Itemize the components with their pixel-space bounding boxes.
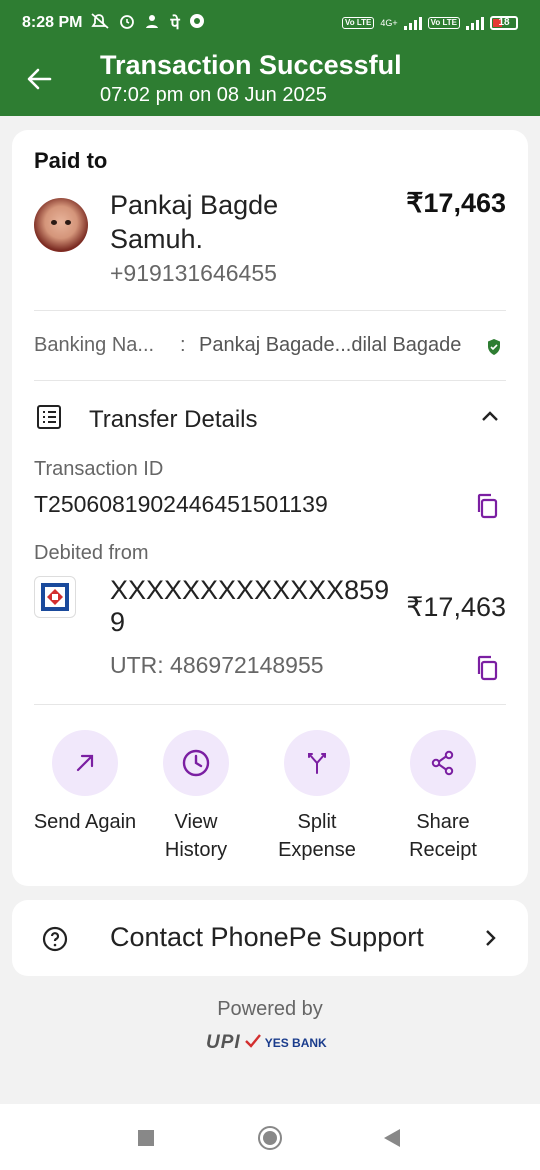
upi-logo: UPI <box>206 1032 241 1053</box>
share-icon <box>410 730 476 796</box>
share-receipt-button[interactable]: Share Receipt <box>388 730 498 864</box>
whatsapp-icon <box>188 12 206 35</box>
transaction-card: Paid to Pankaj Bagde Samuh. +91913164645… <box>12 130 528 886</box>
contact-support-button[interactable]: Contact PhonePe Support <box>12 900 528 976</box>
net-type: 4G+ <box>380 18 398 28</box>
copy-utr-icon[interactable] <box>474 654 500 682</box>
divider <box>34 310 506 311</box>
checkmark-icon <box>244 1033 261 1053</box>
divider <box>34 380 506 381</box>
home-icon[interactable] <box>258 1126 282 1150</box>
payee-phone: +919131646455 <box>110 260 277 286</box>
banking-name-value: Pankaj Bagade...dilal Bagade <box>199 334 462 356</box>
signal-icon-1 <box>403 16 422 30</box>
chevron-right-icon <box>484 928 498 948</box>
banking-name-separator: : <box>180 334 186 356</box>
receipt-list-icon <box>36 404 62 430</box>
avatar <box>34 198 88 252</box>
bank-logo <box>34 576 76 618</box>
page-title: Transaction Successful <box>100 50 402 80</box>
chevron-up-icon[interactable] <box>480 406 500 426</box>
send-again-button[interactable]: Send Again <box>30 730 140 836</box>
divider <box>34 704 506 705</box>
split-expense-button[interactable]: Split Expense <box>262 730 372 864</box>
split-expense-label: Split Expense <box>278 811 356 861</box>
status-bar: 8:28 PM पे Vo LTE 4G+ Vo LTE 18 <box>0 0 540 46</box>
banking-name-label: Banking Na... <box>34 334 155 356</box>
back-arrow-icon[interactable] <box>24 64 54 94</box>
status-time: 8:28 PM <box>22 14 83 31</box>
utr-number: UTR: 486972148955 <box>110 652 324 678</box>
payee-name: Pankaj Bagde Samuh. <box>110 190 279 254</box>
share-receipt-label: Share Receipt <box>409 811 477 861</box>
debited-account-number: XXXXXXXXXXXXX8599 <box>110 575 390 637</box>
copy-transaction-id-icon[interactable] <box>474 492 500 520</box>
debited-amount: ₹17,463 <box>406 592 506 622</box>
battery-icon: 18 <box>490 16 518 30</box>
view-history-label: View History <box>164 811 228 861</box>
paid-amount: ₹17,463 <box>406 188 506 218</box>
pe-icon: पे <box>170 16 180 33</box>
clock-icon <box>163 730 229 796</box>
signal-icon-2 <box>466 16 484 30</box>
transaction-id-label: Transaction ID <box>34 458 164 480</box>
volte-badge-2: Vo LTE <box>427 17 460 29</box>
powered-by-label: Powered by <box>217 998 323 1020</box>
volte-badge-1: Vo LTE <box>341 17 375 29</box>
help-icon <box>42 926 68 952</box>
transaction-id-value: T2506081902446451501139 <box>34 491 328 517</box>
transfer-details-title[interactable]: Transfer Details <box>89 406 258 434</box>
battery-level: 18 <box>498 17 510 28</box>
alarm-icon <box>118 12 136 35</box>
transaction-datetime: 07:02 pm on 08 Jun 2025 <box>100 84 327 106</box>
contact-support-label: Contact PhonePe Support <box>110 922 424 952</box>
contact-icon <box>144 12 162 35</box>
view-history-button[interactable]: View History <box>141 730 251 864</box>
split-icon <box>284 730 350 796</box>
verified-shield-icon <box>486 338 502 356</box>
recents-icon[interactable] <box>138 1130 154 1146</box>
back-icon[interactable] <box>384 1129 400 1147</box>
system-nav-bar <box>0 1104 540 1170</box>
mute-icon <box>90 12 110 35</box>
debited-from-label: Debited from <box>34 542 149 564</box>
paid-to-label: Paid to <box>34 148 108 173</box>
send-again-label: Send Again <box>33 811 137 833</box>
header: Transaction Successful 07:02 pm on 08 Ju… <box>0 46 540 116</box>
partner-logos: UPI YES BANK <box>206 1032 327 1054</box>
arrow-up-right-icon <box>52 730 118 796</box>
yes-bank-logo: YES BANK <box>264 1036 327 1050</box>
